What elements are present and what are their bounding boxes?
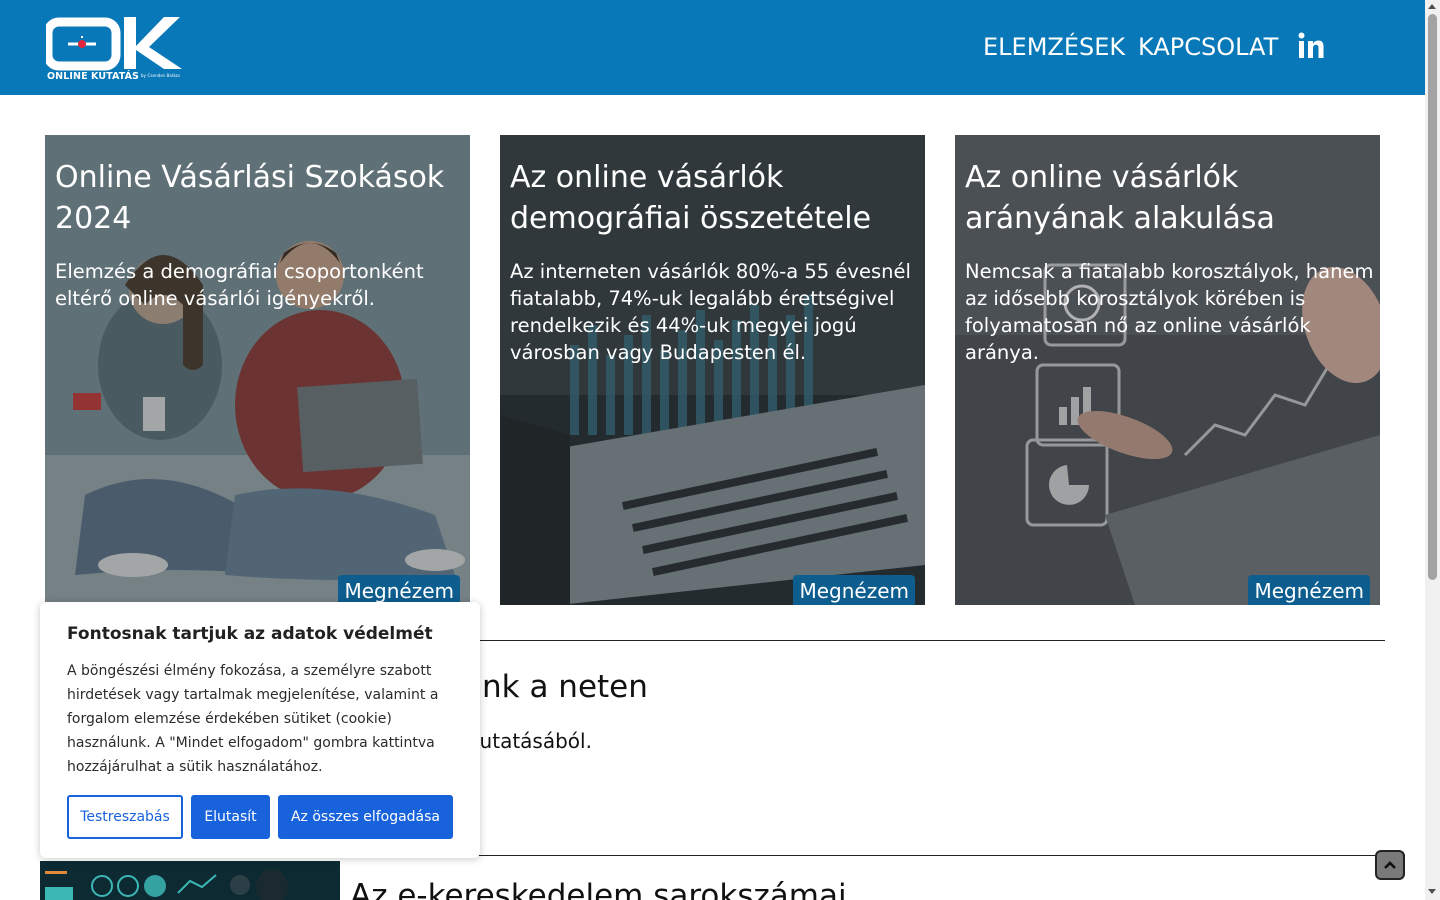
card-2-title[interactable]: Az online vásárlók demográfiai összetéte…: [510, 157, 915, 239]
site-logo[interactable]: ONLINE KUTATÁS by Csendes Balázs: [46, 14, 196, 84]
scroll-down-arrow-icon[interactable]: [1428, 889, 1436, 894]
scroll-up-arrow-icon[interactable]: [1428, 4, 1436, 9]
nav-kapcsolat[interactable]: KAPCSOLAT: [1138, 33, 1278, 61]
linkedin-icon[interactable]: [1298, 32, 1324, 60]
article-title[interactable]: Az e-kereskedelem sarokszámai: [350, 876, 847, 900]
cookie-customize-button[interactable]: Testreszabás: [67, 795, 183, 839]
cookie-title: Fontosnak tartjuk az adatok védelmét: [67, 624, 433, 644]
cookie-banner: Fontosnak tartjuk az adatok védelmét A b…: [40, 602, 480, 858]
site-header: ONLINE KUTATÁS by Csendes Balázs ELEMZÉSE…: [0, 0, 1425, 95]
article-card-3[interactable]: Az online vásárlók arányának alakulása N…: [955, 135, 1380, 605]
card-3-description: Nemcsak a fiatalabb korosztályok, hanem …: [965, 260, 1374, 364]
cookie-accept-all-button[interactable]: Az összes elfogadása: [278, 795, 453, 839]
card-3-title[interactable]: Az online vásárlók arányának alakulása: [965, 157, 1370, 239]
logo-subtitle: ONLINE KUTATÁS by Csendes Balázs: [47, 71, 181, 82]
scroll-to-top-button[interactable]: [1375, 850, 1405, 880]
scrollbar-thumb[interactable]: [1428, 14, 1437, 580]
chevron-up-icon: [1384, 861, 1396, 869]
card-1-description: Elemzés a demográfiai csoportonként elté…: [55, 260, 424, 310]
card-2-view-button[interactable]: Megnézem: [793, 575, 915, 605]
card-2-description: Az interneten vásárlók 80%-a 55 évesnél …: [510, 260, 911, 364]
article-thumbnail[interactable]: [40, 861, 340, 900]
card-1-view-button[interactable]: Megnézem: [338, 575, 460, 605]
cookie-text: A böngészési élmény fokozása, a személyr…: [67, 663, 439, 775]
page-scrollbar[interactable]: [1425, 0, 1440, 900]
card-1-title[interactable]: Online Vásárlási Szokások 2024: [55, 157, 460, 239]
ok-logo-icon: [46, 17, 182, 71]
cookie-reject-button[interactable]: Elutasít: [191, 795, 270, 839]
card-3-view-button[interactable]: Megnézem: [1248, 575, 1370, 605]
article-card-1[interactable]: Online Vásárlási Szokások 2024 Elemzés a…: [45, 135, 470, 605]
article-card-2[interactable]: Az online vásárlók demográfiai összetéte…: [500, 135, 925, 605]
nav-elemzesek[interactable]: ELEMZÉSEK: [983, 33, 1125, 61]
